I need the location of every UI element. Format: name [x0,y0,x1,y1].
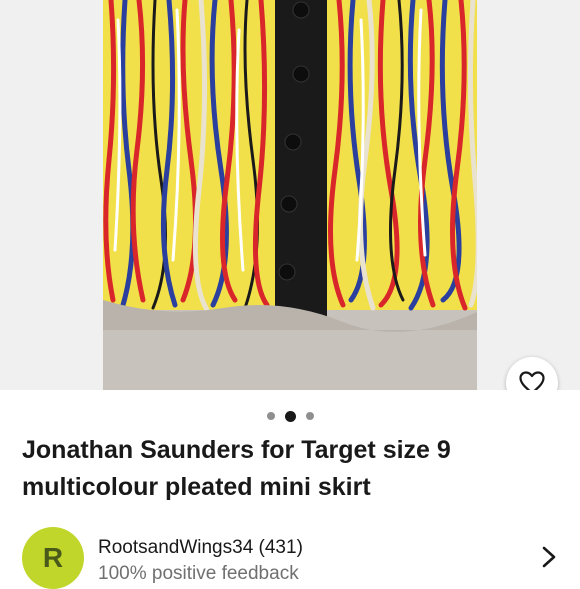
gallery-dot[interactable] [266,412,275,420]
image-gallery[interactable] [0,0,580,390]
gallery-dot-active[interactable] [284,410,296,422]
heart-outline-icon [519,371,545,390]
skirt-image [103,0,477,390]
gallery-pagination [0,409,580,423]
listing-title: Jonathan Saunders for Target size 9 mult… [22,432,552,506]
seller-feedback: 100% positive feedback [98,563,299,584]
listing-title-line1: Jonathan Saunders for Target size 9 [22,436,451,464]
chevron-right-icon[interactable] [538,545,560,569]
seller-row[interactable]: R RootsandWings34 (431) 100% positive fe… [0,525,580,589]
listing-title-line2: multicolour pleated mini skirt [22,473,371,501]
product-photo[interactable] [103,0,477,390]
gallery-dot[interactable] [305,412,314,420]
favorite-button[interactable] [506,357,558,390]
seller-name: RootsandWings34 (431) [98,537,303,558]
